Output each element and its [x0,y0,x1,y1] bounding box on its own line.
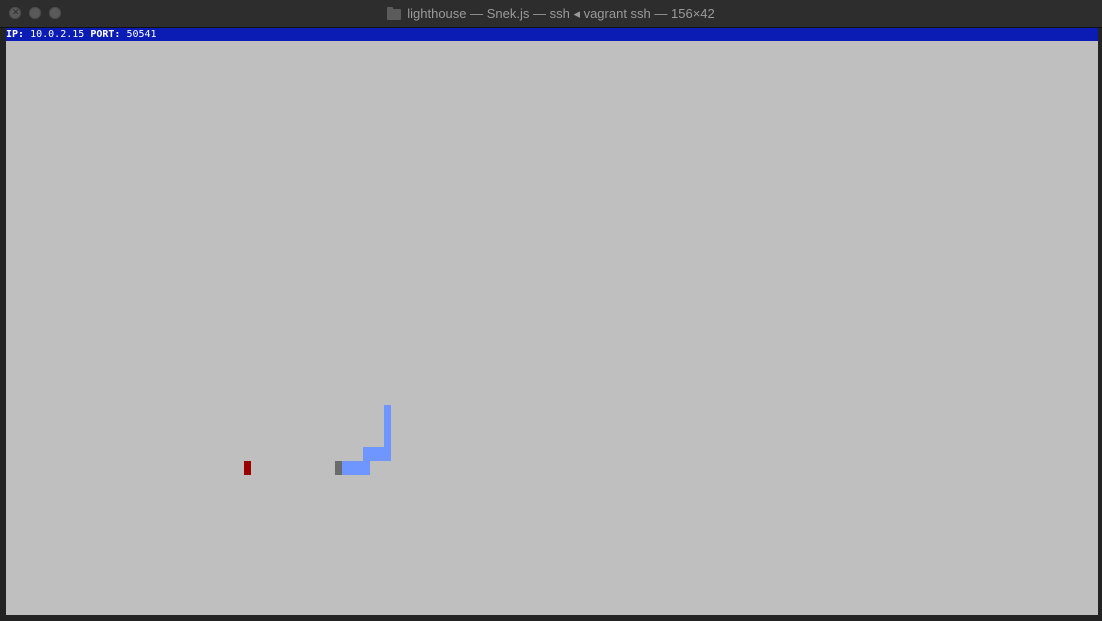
snake-body-segment [384,405,391,447]
snake-tail-segment [335,461,342,475]
food-pellet [244,461,251,475]
ip-label: IP: [6,29,25,40]
terminal-content[interactable]: IP: 10.0.2.15 PORT: 50541 [6,28,1098,615]
snake-body-segment [342,461,370,475]
ip-value: 10.0.2.15 [30,29,85,40]
folder-icon [387,6,402,20]
title-bar[interactable]: ✕ lighthouse — Snek.js — ssh ◂ vagrant s… [0,0,1102,28]
snake-body-segment [363,447,391,461]
game-board [6,41,1098,615]
port-label: PORT: [90,29,121,40]
terminal-window: ✕ lighthouse — Snek.js — ssh ◂ vagrant s… [0,0,1102,621]
window-title: lighthouse — Snek.js — ssh ◂ vagrant ssh… [0,0,1102,28]
status-bar: IP: 10.0.2.15 PORT: 50541 [6,28,1098,41]
port-value: 50541 [126,29,157,40]
window-title-text: lighthouse — Snek.js — ssh ◂ vagrant ssh… [407,6,715,21]
